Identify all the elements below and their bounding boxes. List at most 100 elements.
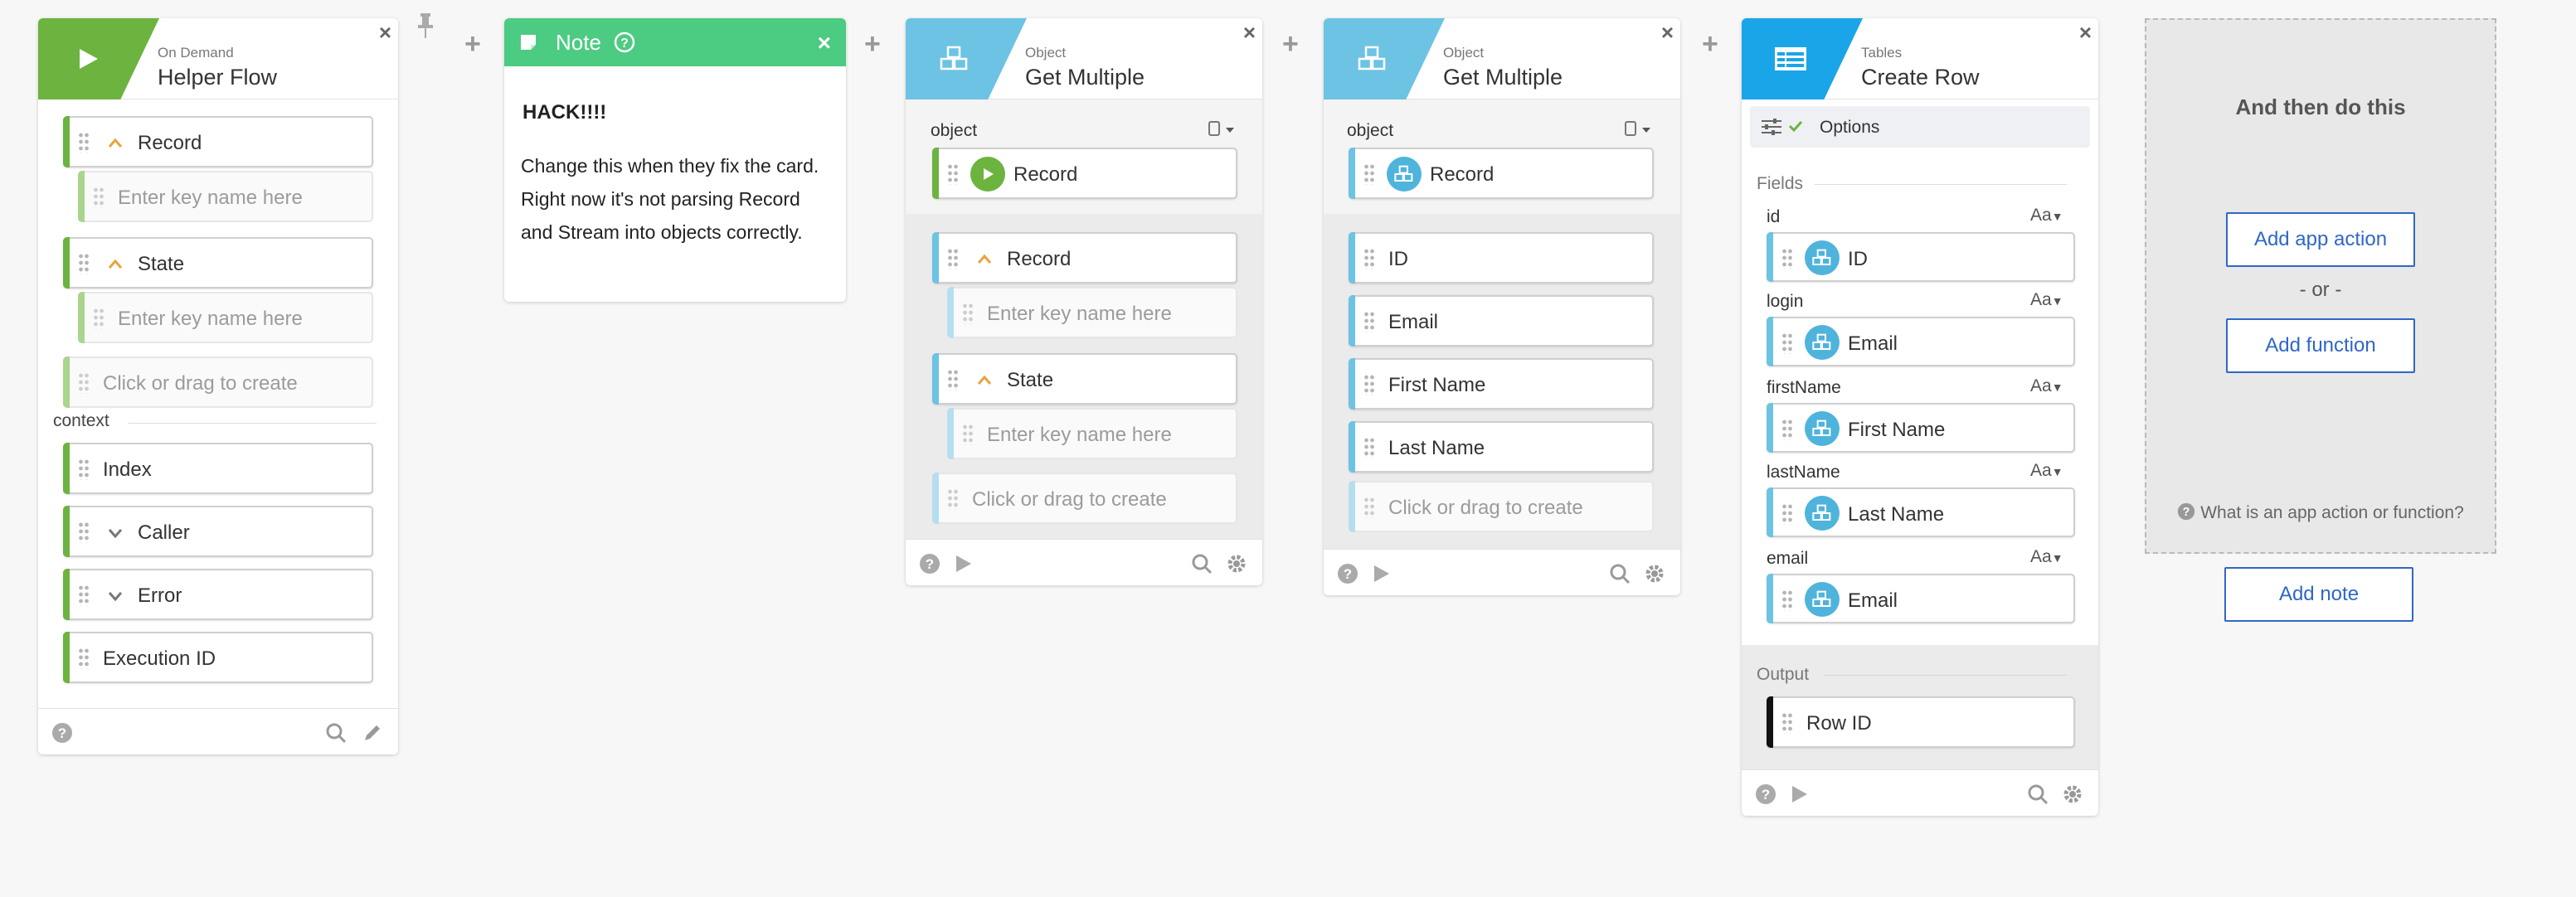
field-input-email[interactable]: Email: [1767, 574, 2075, 623]
drag-handle-icon[interactable]: [1363, 437, 1375, 458]
drag-handle-icon[interactable]: [78, 372, 90, 394]
add-step-plus-2[interactable]: +: [864, 28, 881, 61]
create-pill-dropzone[interactable]: Click or drag to create: [932, 473, 1237, 524]
help-icon[interactable]: ?: [919, 553, 940, 575]
card-title[interactable]: Get Multiple: [1443, 65, 1563, 90]
search-icon[interactable]: [1191, 553, 1213, 575]
edit-icon[interactable]: [362, 722, 383, 744]
help-icon[interactable]: ?: [51, 722, 73, 744]
key-name-input[interactable]: Enter key name here: [78, 292, 373, 343]
key-name-input[interactable]: Enter key name here: [947, 408, 1237, 459]
object-input-pill[interactable]: Record: [1349, 148, 1654, 199]
field-input-login[interactable]: Email: [1767, 317, 2075, 366]
output-pill-last-name[interactable]: Last Name: [1349, 421, 1654, 473]
add-note-button[interactable]: Add note: [2224, 567, 2413, 622]
drag-handle-icon[interactable]: [78, 132, 90, 153]
output-pill-email[interactable]: Email: [1349, 295, 1654, 347]
output-pill-state[interactable]: State: [63, 237, 373, 288]
run-icon[interactable]: [1370, 563, 1392, 584]
output-pill-state[interactable]: State: [932, 353, 1237, 405]
key-name-input[interactable]: Enter key name here: [947, 287, 1237, 338]
add-app-action-button[interactable]: Add app action: [2226, 212, 2415, 267]
search-icon[interactable]: [1609, 563, 1631, 584]
context-pill-caller[interactable]: Caller: [63, 506, 373, 557]
output-pill-record[interactable]: Record: [932, 232, 1237, 284]
drag-handle-icon[interactable]: [78, 521, 90, 543]
add-step-plus-1[interactable]: +: [464, 28, 481, 61]
drag-handle-icon[interactable]: [1781, 332, 1793, 354]
card-title[interactable]: Create Row: [1861, 65, 1980, 90]
drag-handle-icon[interactable]: [78, 584, 90, 606]
search-icon[interactable]: [325, 722, 347, 744]
help-icon[interactable]: ?: [1337, 563, 1358, 584]
drag-handle-icon[interactable]: [1363, 497, 1375, 518]
drag-handle-icon[interactable]: [947, 369, 959, 390]
type-selector[interactable]: Aa▼: [2030, 206, 2063, 225]
add-function-button[interactable]: Add function: [2226, 318, 2415, 373]
datatype-selector-icon[interactable]: [1622, 119, 1655, 139]
create-pill-dropzone[interactable]: Click or drag to create: [1349, 481, 1654, 532]
drag-handle-icon[interactable]: [947, 163, 959, 185]
pin-icon[interactable]: [416, 12, 435, 40]
drag-handle-icon[interactable]: [1781, 712, 1793, 734]
drag-handle-icon[interactable]: [962, 424, 974, 445]
context-pill-error[interactable]: Error: [63, 569, 373, 620]
add-step-plus-4[interactable]: +: [1702, 28, 1718, 61]
drag-handle-icon[interactable]: [1781, 419, 1793, 440]
help-icon[interactable]: ?: [614, 32, 635, 53]
type-selector[interactable]: Aa▼: [2030, 376, 2063, 396]
field-input-id[interactable]: ID: [1767, 232, 2075, 282]
options-bar[interactable]: Options: [1750, 106, 2090, 148]
key-name-input[interactable]: Enter key name here: [78, 171, 373, 222]
drag-handle-icon[interactable]: [1363, 311, 1375, 332]
field-input-last-name[interactable]: Last Name: [1767, 487, 2075, 537]
create-pill-dropzone[interactable]: Click or drag to create: [63, 356, 373, 408]
drag-handle-icon[interactable]: [1781, 589, 1793, 611]
gear-icon[interactable]: [2062, 783, 2083, 805]
gear-icon[interactable]: [1226, 553, 1247, 575]
close-icon[interactable]: ×: [1243, 22, 1256, 43]
close-icon[interactable]: ×: [1661, 22, 1674, 43]
drag-handle-icon[interactable]: [93, 308, 104, 329]
drag-handle-icon[interactable]: [1781, 248, 1793, 269]
drag-handle-icon[interactable]: [1363, 248, 1375, 269]
object-input-pill[interactable]: Record: [932, 148, 1237, 199]
gear-icon[interactable]: [1644, 563, 1665, 584]
note-body[interactable]: Change this when they fix the card. Righ…: [521, 149, 829, 249]
add-step-plus-3[interactable]: +: [1282, 28, 1299, 61]
type-selector[interactable]: Aa▼: [2030, 547, 2063, 567]
chevron-up-icon[interactable]: [108, 136, 123, 151]
field-input-first-name[interactable]: First Name: [1767, 403, 2075, 453]
card-title[interactable]: Get Multiple: [1025, 65, 1145, 90]
chevron-up-icon[interactable]: [977, 373, 992, 388]
output-pill-id[interactable]: ID: [1349, 232, 1654, 284]
output-pill-row-id[interactable]: Row ID: [1767, 696, 2075, 748]
drag-handle-icon[interactable]: [947, 248, 959, 269]
close-icon[interactable]: ×: [818, 30, 831, 56]
output-pill-first-name[interactable]: First Name: [1349, 358, 1654, 410]
context-pill-index[interactable]: Index: [63, 443, 373, 494]
run-icon[interactable]: [1788, 783, 1810, 805]
type-selector[interactable]: Aa▼: [2030, 461, 2063, 481]
card-title[interactable]: Helper Flow: [158, 65, 277, 90]
drag-handle-icon[interactable]: [1781, 503, 1793, 525]
close-icon[interactable]: ×: [379, 22, 391, 43]
datatype-selector-icon[interactable]: [1206, 119, 1239, 139]
help-icon[interactable]: ?: [1755, 783, 1776, 805]
drag-handle-icon[interactable]: [962, 303, 974, 324]
drag-handle-icon[interactable]: [947, 488, 959, 510]
context-pill-execution-id[interactable]: Execution ID: [63, 632, 373, 683]
drag-handle-icon[interactable]: [1363, 374, 1375, 395]
close-icon[interactable]: ×: [2079, 22, 2092, 43]
drag-handle-icon[interactable]: [78, 458, 90, 480]
chevron-down-icon[interactable]: [108, 589, 123, 604]
drag-handle-icon[interactable]: [93, 187, 104, 208]
drag-handle-icon[interactable]: [1363, 163, 1375, 185]
run-icon[interactable]: [952, 553, 974, 575]
output-pill-record[interactable]: Record: [63, 116, 373, 167]
chevron-down-icon[interactable]: [108, 526, 123, 541]
drag-handle-icon[interactable]: [78, 253, 90, 274]
help-link[interactable]: ? What is an app action or function?: [2146, 502, 2495, 523]
drag-handle-icon[interactable]: [78, 647, 90, 669]
chevron-up-icon[interactable]: [977, 252, 992, 267]
